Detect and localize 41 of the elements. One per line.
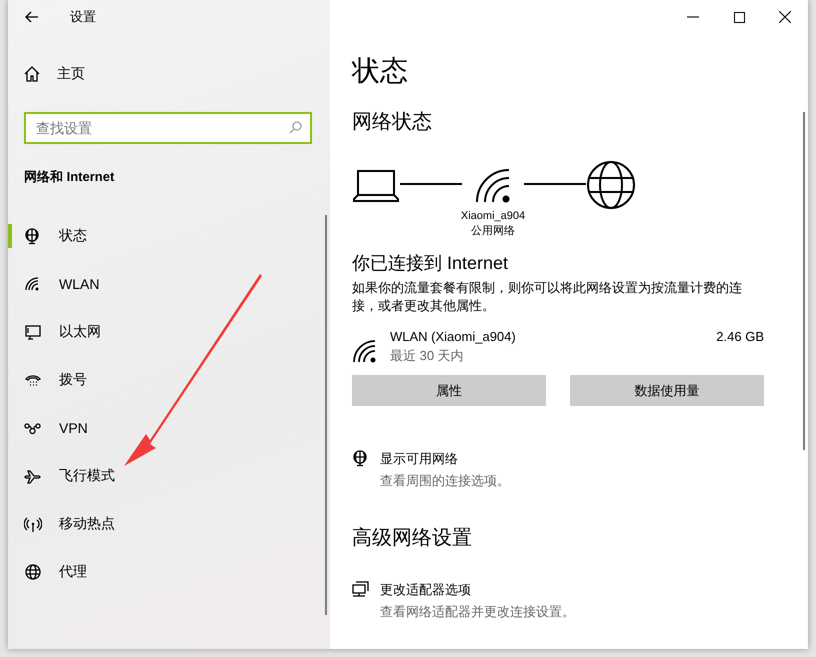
description-text: 如果你的流量套餐有限制，则你可以将此网络设置为按流量计费的连接，或者更改其他属性。	[352, 279, 743, 315]
network-name: Xiaomi_a904	[460, 209, 526, 224]
maximize-icon	[734, 12, 744, 22]
search-field[interactable]: 查找设置	[24, 112, 312, 144]
nav-item[interactable]: 移动热点	[8, 500, 330, 548]
hotspot-icon	[24, 516, 42, 532]
network-type: 公用网络	[471, 224, 515, 239]
section-heading: 网络状态	[352, 110, 433, 135]
back-arrow-icon	[25, 11, 39, 23]
page-title: 状态	[352, 54, 409, 88]
nav-item[interactable]: VPN	[8, 404, 330, 452]
close-icon	[779, 11, 791, 23]
monitor-icon	[352, 581, 370, 598]
nav-item[interactable]: 飞行模式	[8, 452, 330, 500]
data-usage: 2.46 GB	[716, 329, 764, 344]
settings-link[interactable]: 更改适配器选项	[380, 581, 575, 599]
ethernet-icon	[24, 324, 42, 340]
action-button[interactable]: 数据使用量	[570, 375, 764, 406]
settings-link[interactable]: 显示可用网络	[380, 450, 510, 468]
minimize-icon	[687, 16, 699, 18]
action-button[interactable]: 属性	[352, 375, 546, 406]
nav-item[interactable]: 以太网	[8, 308, 330, 356]
home-link[interactable]: 主页	[8, 50, 330, 98]
search-icon	[289, 121, 302, 134]
window-title: 设置	[70, 8, 96, 26]
wifi-icon	[352, 339, 378, 363]
nav-item[interactable]: 拨号	[8, 356, 330, 404]
connection-name: WLAN (Xiaomi_a904)	[390, 329, 517, 344]
home-icon	[24, 66, 40, 82]
usage-period: 最近 30 天内	[390, 347, 465, 365]
link-description: 查看周围的连接选项。	[380, 472, 510, 490]
nav-item[interactable]: WLAN	[8, 260, 330, 308]
nav-item[interactable]: 代理	[8, 548, 330, 596]
link-description: 查看网络适配器并更改连接设置。	[380, 603, 575, 621]
section-heading: 高级网络设置	[352, 526, 473, 551]
airplane-icon	[24, 468, 42, 484]
section-heading: 你已连接到 Internet	[352, 252, 510, 275]
globe-icon	[24, 564, 42, 580]
section-heading: 网络和 Internet	[24, 168, 116, 186]
wifi-icon	[474, 167, 512, 203]
laptop-icon	[352, 169, 400, 203]
